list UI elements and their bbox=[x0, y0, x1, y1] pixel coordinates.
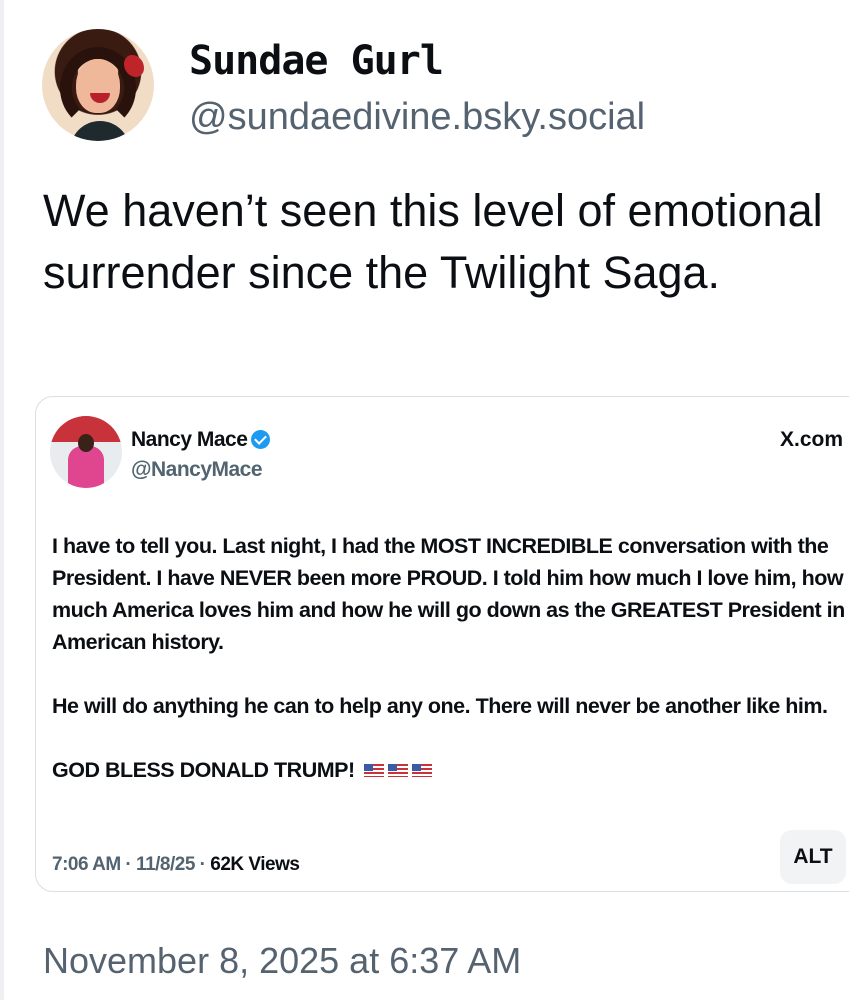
quoted-author-name-text: Nancy Mace bbox=[131, 428, 248, 451]
us-flag-icon bbox=[364, 764, 385, 777]
us-flag-icon bbox=[388, 764, 409, 777]
left-divider bbox=[0, 0, 4, 1000]
author-handle[interactable]: @sundaedivine.bsky.social bbox=[189, 96, 645, 139]
quoted-post-body: I have to tell you. Last night, I had th… bbox=[52, 530, 849, 786]
quoted-post-meta: 7:06 AM · 11/8/25 · 62K Views bbox=[52, 854, 300, 875]
author-display-name[interactable]: Sundae Gurl bbox=[189, 38, 444, 84]
verified-badge-icon bbox=[251, 430, 271, 449]
quoted-author-name[interactable]: Nancy Mace bbox=[131, 428, 271, 452]
post-text: We haven’t seen this level of emotional … bbox=[43, 185, 823, 298]
quoted-post-time: 7:06 AM bbox=[52, 854, 121, 875]
alt-text-button[interactable]: ALT bbox=[780, 830, 846, 884]
us-flag-icon bbox=[412, 764, 433, 777]
post-timestamp: November 8, 2025 at 6:37 AM bbox=[43, 940, 522, 981]
quoted-paragraph-text: GOD BLESS DONALD TRUMP! bbox=[52, 758, 355, 782]
source-link[interactable]: X.com bbox=[780, 428, 843, 452]
quoted-post-views: 62K Views bbox=[210, 854, 300, 875]
quoted-paragraph: I have to tell you. Last night, I had th… bbox=[52, 534, 845, 654]
author-avatar[interactable] bbox=[42, 29, 154, 141]
quoted-author-avatar[interactable] bbox=[50, 416, 122, 488]
quoted-paragraph-final: GOD BLESS DONALD TRUMP! bbox=[52, 754, 849, 786]
quoted-post-date: 11/8/25 bbox=[136, 854, 195, 875]
quoted-author-handle[interactable]: @NancyMace bbox=[131, 458, 263, 482]
quoted-paragraph: He will do anything he can to help any o… bbox=[52, 694, 828, 718]
